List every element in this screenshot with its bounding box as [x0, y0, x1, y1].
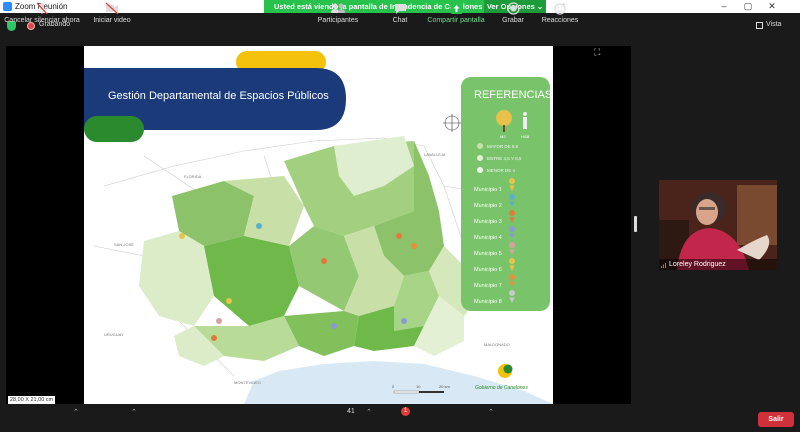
share-screen-icon [424, 2, 488, 15]
canelones-logo: Gobierno de Canelones [475, 364, 528, 391]
map-label: SAN JOSÉ [114, 242, 134, 247]
compass-icon [443, 114, 461, 132]
map-pin [411, 243, 417, 249]
reactions-icon [538, 2, 582, 15]
logo-text: Gobierno de Canelones [475, 385, 528, 391]
scale-tick: 20 km [439, 384, 451, 389]
participants-options-caret[interactable]: ⌃ [366, 408, 372, 416]
legend-region-label: Municipio 2 [474, 203, 502, 209]
scale-tick: 10 [416, 384, 421, 389]
map-pin [226, 298, 232, 304]
slide-canvas: FLORIDA LAVALLEJA SAN JOSÉ MONTEVIDEO MA… [84, 51, 553, 404]
chat-label: Chat [392, 17, 408, 24]
participant-video-tile[interactable]: Loreley Rodriguez [659, 180, 777, 270]
chat-icon [386, 2, 414, 15]
map-label: MONTEVIDEO [234, 380, 261, 385]
share-screen-button[interactable]: Compartir pantalla [424, 2, 488, 24]
map-pin [396, 233, 402, 239]
range-swatch [477, 155, 483, 161]
mute-label: Cancelar silenciar ahora [4, 17, 80, 24]
map-pin [211, 335, 217, 341]
map-pin [216, 318, 222, 324]
record-label: Grabar [502, 17, 524, 24]
legend-region-label: Municipio 4 [474, 235, 502, 241]
mute-options-caret[interactable]: ⌃ [73, 408, 79, 416]
start-video-label: Iniciar video [93, 17, 131, 24]
legend-region-label: Municipio 6 [474, 267, 502, 273]
legend-title: REFERENCIAS [474, 89, 552, 101]
participants-button[interactable]: Participantes [312, 2, 364, 24]
map-region [284, 311, 359, 356]
maximize-icon[interactable]: ▢ [737, 0, 759, 13]
panel-resize-handle[interactable] [634, 216, 637, 232]
mute-button[interactable]: Cancelar silenciar ahora [4, 2, 80, 24]
video-off-icon [90, 2, 134, 15]
record-button[interactable]: Grabar [498, 2, 528, 24]
chat-badge: 1 [401, 407, 410, 416]
slide-heading: Gestión Departamental de Espacios Públic… [108, 90, 329, 102]
map-region [139, 231, 214, 326]
map-region [204, 236, 299, 326]
slide-size-label: 28,00 X 21,00 cm [8, 396, 56, 404]
legend-region-label: Municipio 3 [474, 219, 502, 225]
legend-region-label: Municipio 8 [474, 299, 502, 305]
fullscreen-icon[interactable]: ⛶ [594, 47, 600, 58]
participants-label: Participantes [317, 17, 359, 24]
map-pin [401, 318, 407, 324]
map-label: LAVALLEJA [424, 152, 446, 157]
legend-region-label: Municipio 5 [474, 251, 502, 257]
mic-muted-icon [4, 2, 80, 15]
reactions-button[interactable]: Reacciones [538, 2, 582, 24]
start-video-button[interactable]: Iniciar video [90, 2, 134, 24]
share-options-caret[interactable]: ⌃ [488, 408, 494, 416]
map-pin [331, 323, 337, 329]
range-swatch [477, 167, 483, 173]
leave-button[interactable]: Salir [758, 412, 794, 427]
share-screen-label: Compartir pantalla [427, 17, 485, 24]
map-pin [321, 258, 327, 264]
map-label: URUGUAY [104, 332, 124, 337]
legend-region-label: Municipio 1 [474, 187, 502, 193]
close-icon[interactable]: ✕ [761, 0, 783, 13]
meeting-toolbar [0, 404, 800, 432]
legend-region-label: Municipio 7 [474, 283, 502, 289]
legend-range-label: MENOR DE 4 [487, 168, 516, 173]
minimize-icon[interactable]: – [713, 0, 735, 13]
range-swatch [477, 143, 483, 149]
participants-icon [312, 2, 364, 15]
legend-small-label: M2 [500, 134, 506, 139]
reactions-label: Reacciones [541, 17, 579, 24]
participant-video [659, 180, 777, 270]
map-pin [256, 223, 262, 229]
map-pin [179, 233, 185, 239]
participant-name: Loreley Rodriguez [659, 259, 777, 270]
legend-small-label: HAB [521, 134, 530, 139]
map-label: FLORIDA [184, 174, 202, 179]
shared-slide: FLORIDA LAVALLEJA SAN JOSÉ MONTEVIDEO MA… [84, 46, 553, 404]
legend-range-label: ENTRE 4,5 Y 8,5 [487, 156, 522, 161]
legend-range-label: MAYOR DE 8.5 [487, 144, 519, 149]
view-button[interactable]: Vista [766, 21, 781, 28]
chat-button[interactable]: Chat [386, 2, 414, 24]
grid-view-icon[interactable] [756, 22, 763, 29]
record-icon [498, 2, 528, 15]
person-icon [523, 112, 527, 129]
video-options-caret[interactable]: ⌃ [131, 408, 137, 416]
map-label: MALDONADO [484, 342, 510, 347]
participants-count: 41 [347, 408, 355, 415]
